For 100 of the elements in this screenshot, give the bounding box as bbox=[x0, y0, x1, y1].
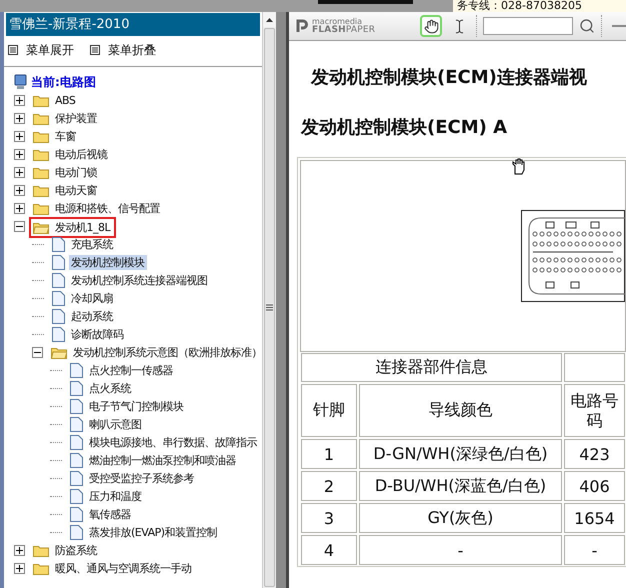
list-icon bbox=[90, 45, 100, 55]
table-cell: D-GN/WH(深绿色/白色) bbox=[359, 439, 562, 469]
page-icon bbox=[70, 434, 83, 450]
menu-item[interactable]: 菜单展开 bbox=[8, 42, 74, 58]
tree-item[interactable]: 发动机控制系统连接器端视图 bbox=[69, 272, 210, 288]
expand-icon[interactable] bbox=[14, 130, 25, 142]
menu-item[interactable]: 菜单折叠 bbox=[90, 42, 156, 58]
hand-cursor-icon bbox=[511, 158, 527, 175]
tree-item[interactable]: 车窗 bbox=[53, 128, 78, 144]
logo-text: macromedia bbox=[312, 17, 362, 26]
document-heading: 发动机控制模块(ECM)连接器端视 bbox=[311, 66, 588, 89]
grip-icon bbox=[266, 304, 273, 311]
list-icon bbox=[8, 45, 18, 55]
page-icon bbox=[70, 416, 83, 432]
page-icon bbox=[52, 254, 65, 270]
table-group-header: 连接器部件信息 bbox=[301, 353, 562, 382]
page-icon bbox=[52, 236, 65, 252]
tree-item[interactable]: 氧传感器 bbox=[87, 506, 133, 522]
logo-text: FLASHPAPER bbox=[312, 26, 376, 35]
table-cell: 1654 bbox=[564, 503, 625, 533]
table-cell: GY(灰色) bbox=[359, 503, 562, 533]
expand-icon[interactable] bbox=[14, 112, 25, 124]
page-icon bbox=[70, 398, 83, 414]
tree-item[interactable]: 防盗系统 bbox=[53, 542, 99, 558]
tree-item[interactable]: 电源和搭铁、信号配置 bbox=[53, 200, 162, 216]
folder-icon bbox=[33, 544, 49, 556]
page-icon bbox=[52, 290, 65, 306]
tree-item[interactable]: 受控受监控子系统参考 bbox=[87, 470, 196, 486]
tree-item[interactable]: 模块电源接地、串行数据、故障指示 bbox=[87, 434, 259, 450]
hotline-text: 务专线：028-87038205 bbox=[453, 0, 626, 12]
table-cell: - bbox=[564, 535, 625, 565]
tool-button[interactable] bbox=[420, 15, 442, 37]
folder-icon bbox=[33, 112, 49, 124]
hand-icon bbox=[424, 18, 438, 34]
page-icon bbox=[52, 308, 65, 324]
open-folder-icon bbox=[33, 220, 49, 234]
search-field[interactable] bbox=[483, 17, 573, 35]
table-cell: - bbox=[359, 535, 562, 565]
expand-icon[interactable] bbox=[14, 148, 25, 160]
page-icon bbox=[70, 506, 83, 522]
page-icon bbox=[70, 488, 83, 504]
tree-item[interactable]: 点火系统 bbox=[87, 380, 133, 396]
tree-item[interactable]: 发动机控制系统示意图（欧洲排放标准） bbox=[71, 344, 264, 360]
table-cell: 4 bbox=[301, 535, 357, 565]
page-icon bbox=[52, 272, 65, 288]
computer-icon bbox=[14, 74, 27, 90]
expand-icon[interactable] bbox=[14, 94, 25, 106]
expand-icon[interactable] bbox=[14, 562, 25, 574]
column-header: 针脚 bbox=[301, 384, 357, 437]
table-cell: 2 bbox=[301, 471, 357, 501]
page-icon bbox=[70, 524, 83, 540]
folder-icon bbox=[33, 148, 49, 160]
tree-item[interactable]: 压力和温度 bbox=[87, 488, 144, 504]
tree-item[interactable]: 喇叭示意图 bbox=[87, 416, 144, 432]
page-icon bbox=[70, 380, 83, 396]
tree-item[interactable]: 点火控制一传感器 bbox=[87, 362, 175, 378]
page-icon bbox=[70, 452, 83, 468]
tree-item[interactable]: 电子节气门控制模块 bbox=[87, 398, 186, 414]
panel-title: 雪佛兰-新景程-2010 bbox=[6, 13, 260, 36]
tree-item[interactable]: 蒸发排放(EVAP)和装置控制 bbox=[87, 524, 220, 540]
tree-item[interactable]: 电动门锁 bbox=[53, 164, 99, 180]
expand-icon[interactable] bbox=[14, 166, 25, 178]
tree-item[interactable]: 起动系统 bbox=[69, 308, 115, 324]
tree-item[interactable]: 保护装置 bbox=[53, 110, 99, 126]
tree-item[interactable]: 电动后视镜 bbox=[53, 146, 110, 162]
tree-root-label: 当前:电路图 bbox=[31, 74, 96, 90]
folder-icon bbox=[33, 166, 49, 178]
tree-item[interactable]: 发动机1_8L bbox=[53, 220, 112, 234]
folder-icon bbox=[33, 94, 49, 106]
document-subheading: 发动机控制模块(ECM) A bbox=[301, 116, 508, 139]
logo-icon bbox=[295, 19, 309, 33]
column-header: 电路号码 bbox=[564, 384, 625, 437]
tree-item[interactable]: 充电系统 bbox=[69, 236, 115, 252]
page-icon bbox=[52, 326, 65, 342]
table-cell: 406 bbox=[564, 471, 625, 501]
tree-item[interactable]: 暖风、通风与空调系统一手动 bbox=[53, 560, 194, 576]
tree-item[interactable]: 诊断故障码 bbox=[69, 326, 126, 342]
scroll-up-icon[interactable] bbox=[266, 18, 273, 22]
tree-item[interactable]: 燃油控制一燃油泵控制和喷油器 bbox=[87, 452, 238, 468]
expand-icon[interactable] bbox=[14, 544, 25, 556]
folder-icon bbox=[33, 130, 49, 142]
tree-item[interactable]: ABS bbox=[53, 94, 78, 106]
scrollbar[interactable] bbox=[262, 12, 276, 588]
folder-icon bbox=[33, 202, 49, 214]
search-icon[interactable] bbox=[579, 18, 595, 34]
column-header: 导线颜色 bbox=[359, 384, 562, 437]
tree-item[interactable]: 冷却风扇 bbox=[69, 290, 115, 306]
table-cell: 1 bbox=[301, 439, 357, 469]
collapse-icon[interactable] bbox=[32, 346, 43, 358]
folder-icon bbox=[33, 184, 49, 196]
page-icon bbox=[70, 470, 83, 486]
expand-icon[interactable] bbox=[14, 184, 25, 196]
tree-item[interactable]: 发动机控制模块 bbox=[69, 254, 146, 270]
table-cell: 423 bbox=[564, 439, 625, 469]
tree-item[interactable]: 电动天窗 bbox=[53, 182, 99, 198]
collapse-icon[interactable] bbox=[14, 220, 25, 232]
table-cell: 3 bbox=[301, 503, 357, 533]
table-cell: D-BU/WH(深蓝色/白色) bbox=[359, 471, 562, 501]
open-folder-icon bbox=[51, 346, 67, 358]
expand-icon[interactable] bbox=[14, 202, 25, 214]
